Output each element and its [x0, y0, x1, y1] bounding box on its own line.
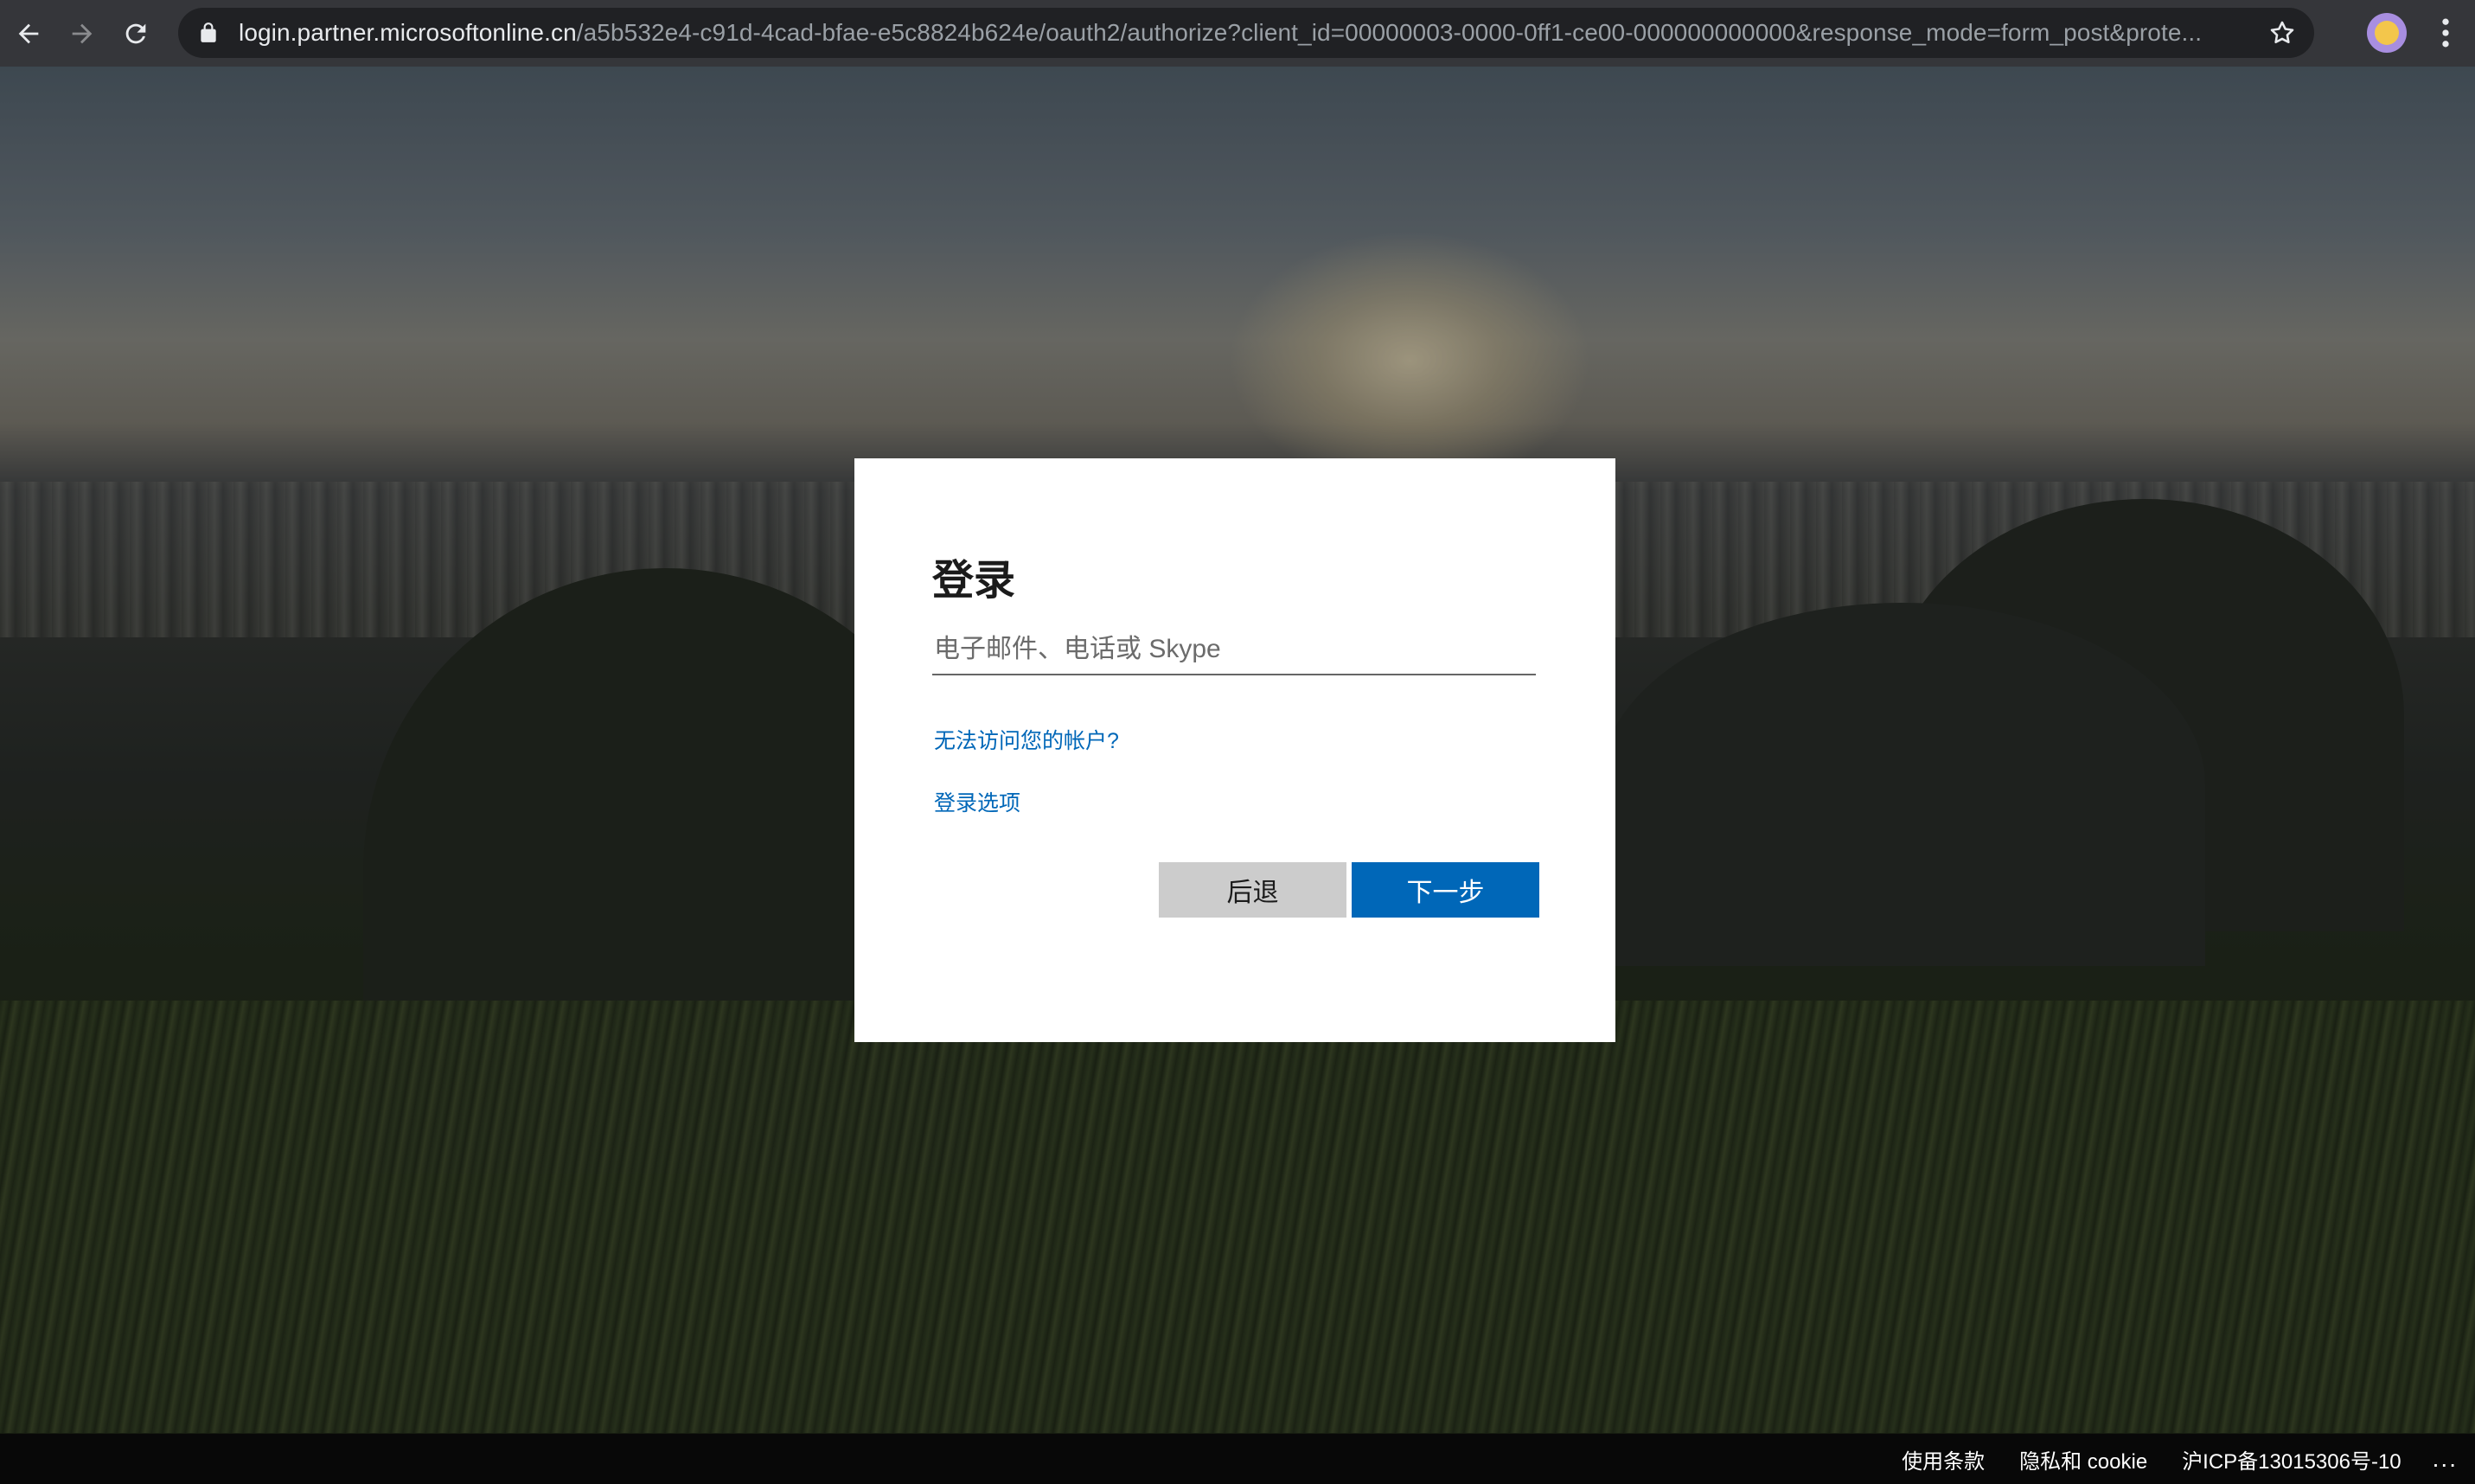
footer: 使用条款 隐私和 cookie 沪ICP备13015306号-10 ... [0, 1434, 2475, 1484]
back-arrow-icon [18, 23, 39, 43]
icp-link[interactable]: 沪ICP备13015306号-10 [2182, 1444, 2401, 1474]
url-host: login.partner.microsoftonline.cn [239, 19, 577, 46]
sign-in-options-link[interactable]: 登录选项 [934, 786, 1020, 817]
email-field[interactable] [932, 625, 1536, 675]
profile-avatar[interactable] [2367, 13, 2407, 53]
reload-button[interactable] [112, 10, 159, 57]
cant-access-account-link[interactable]: 无法访问您的帐户? [934, 724, 1119, 755]
forward-button[interactable] [59, 10, 106, 57]
address-bar[interactable]: login.partner.microsoftonline.cn/a5b532e… [178, 8, 2314, 58]
browser-toolbar: login.partner.microsoftonline.cn/a5b532e… [0, 0, 2475, 67]
more-options-icon[interactable]: ... [2433, 1445, 2458, 1473]
url-text: login.partner.microsoftonline.cn/a5b532e… [239, 19, 2202, 47]
star-icon[interactable] [2267, 18, 2297, 48]
next-button[interactable]: 下一步 [1352, 862, 1539, 918]
login-card: 登录 无法访问您的帐户? 登录选项 后退 下一步 [854, 458, 1615, 1042]
url-path: /a5b532e4-c91d-4cad-bfae-e5c8824b624e/oa… [576, 19, 2203, 46]
forward-arrow-icon [72, 23, 93, 43]
back-button[interactable] [5, 10, 52, 57]
kebab-menu-icon[interactable] [2427, 14, 2465, 52]
reload-icon [125, 23, 146, 43]
page-title: 登录 [932, 558, 1016, 604]
lock-icon [201, 22, 216, 42]
back-button-form[interactable]: 后退 [1159, 862, 1346, 918]
privacy-cookies-link[interactable]: 隐私和 cookie [2019, 1444, 2147, 1474]
terms-of-use-link[interactable]: 使用条款 [1902, 1444, 1985, 1474]
avatar-emoji-icon [2375, 21, 2399, 45]
